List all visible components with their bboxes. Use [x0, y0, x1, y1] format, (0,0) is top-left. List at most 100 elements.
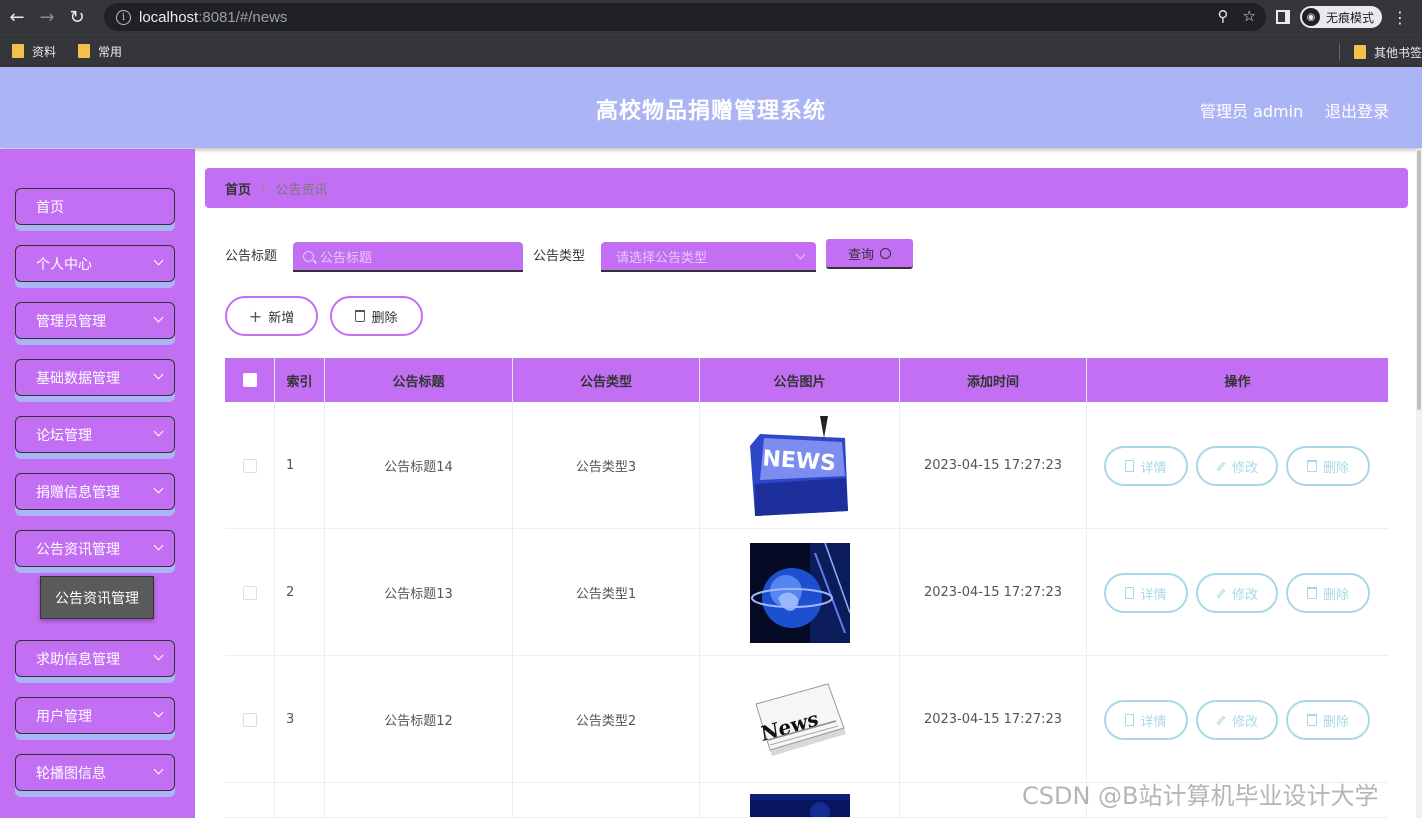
- incognito-badge[interactable]: ◉ 无痕模式: [1300, 6, 1383, 28]
- sidebar-item-donation[interactable]: 捐赠信息管理: [15, 473, 175, 510]
- sidebar-item-users[interactable]: 用户管理: [15, 697, 175, 734]
- incognito-label: 无痕模式: [1326, 10, 1375, 25]
- index-cell: 2: [275, 529, 325, 656]
- forward-arrow-icon[interactable]: →: [34, 4, 60, 30]
- news-keyboard-thumbnail[interactable]: NEWS: [749, 415, 850, 516]
- delete-button[interactable]: 删除: [1286, 700, 1370, 740]
- edit-label: 修改: [1231, 714, 1258, 730]
- star-icon[interactable]: ☆: [1243, 7, 1256, 25]
- blue-news-thumbnail[interactable]: [749, 794, 850, 818]
- batch-delete-button[interactable]: 删除: [330, 296, 423, 336]
- edit-button[interactable]: 修改: [1196, 700, 1278, 740]
- image-cell: [700, 783, 900, 818]
- sidebar-item-label: 个人中心: [36, 256, 92, 273]
- breadcrumb-separator: /: [261, 180, 266, 196]
- submenu-item-announcement-management[interactable]: 公告资讯管理: [40, 576, 154, 619]
- address-bar[interactable]: i localhost:8081/#/news ⚲ ☆: [104, 3, 1266, 31]
- trash-icon: [1306, 587, 1317, 599]
- query-button-label: 查询: [847, 247, 874, 263]
- actions-cell: 详情 修改 删除: [1087, 529, 1388, 656]
- sidebar-item-label: 论坛管理: [36, 427, 92, 444]
- breadcrumb: 首页 / 公告资讯: [205, 168, 1408, 208]
- detail-button[interactable]: 详情: [1104, 573, 1188, 613]
- row-checkbox[interactable]: [242, 458, 257, 473]
- sidebar-item-forum[interactable]: 论坛管理: [15, 416, 175, 453]
- globe-thumbnail[interactable]: [749, 542, 850, 643]
- sidebar-item-label: 求助信息管理: [36, 651, 120, 668]
- time-cell: 2023-04-15 17:27:23: [900, 402, 1087, 529]
- other-bookmarks[interactable]: 其他书签: [1338, 43, 1422, 61]
- edit-button[interactable]: 修改: [1196, 573, 1278, 613]
- pencil-icon: [1216, 588, 1226, 598]
- chevron-down-icon: [153, 369, 164, 380]
- bookmark-folder-1[interactable]: 常用: [78, 43, 122, 60]
- browser-toolbar: ← → ↻ i localhost:8081/#/news ⚲ ☆ ◉ 无痕模式…: [0, 0, 1422, 34]
- actions-cell: 详情 修改 删除: [1087, 656, 1388, 783]
- sidebar-item-personal-center[interactable]: 个人中心: [15, 245, 175, 282]
- chevron-down-icon: [153, 312, 164, 323]
- sidebar-item-help-request[interactable]: 求助信息管理: [15, 640, 175, 677]
- detail-button[interactable]: 详情: [1104, 700, 1188, 740]
- row-select-cell: [225, 529, 275, 656]
- bookmark-folder-0[interactable]: 资料: [12, 43, 56, 60]
- document-icon: [1125, 460, 1135, 472]
- detail-button[interactable]: 详情: [1104, 446, 1188, 486]
- logout-link[interactable]: 退出登录: [1325, 98, 1389, 122]
- query-button[interactable]: 查询: [826, 239, 913, 269]
- column-header-image: 公告图片: [700, 358, 900, 402]
- row-select-cell: [225, 656, 275, 783]
- newspaper-thumbnail[interactable]: News: [749, 669, 850, 770]
- key-icon[interactable]: ⚲: [1218, 7, 1229, 25]
- detail-label: 详情: [1140, 714, 1167, 730]
- trash-icon: [1306, 714, 1317, 726]
- delete-button[interactable]: 删除: [1286, 573, 1370, 613]
- table-header: 索引 公告标题 公告类型 公告图片 添加时间 操作: [225, 358, 1388, 402]
- sidebar-item-label: 捐赠信息管理: [36, 484, 120, 501]
- side-panel-icon[interactable]: [1276, 10, 1290, 24]
- select-all-checkbox[interactable]: [242, 373, 257, 387]
- row-checkbox[interactable]: [242, 712, 257, 727]
- row-checkbox[interactable]: [242, 585, 257, 600]
- delete-button[interactable]: 删除: [1286, 446, 1370, 486]
- sidebar-item-label: 首页: [36, 199, 64, 216]
- document-icon: [1125, 714, 1135, 726]
- title-filter-label: 公告标题: [225, 249, 278, 264]
- sidebar-item-label: 用户管理: [36, 708, 92, 725]
- bookmark-separator: [1338, 43, 1340, 61]
- add-button[interactable]: + 新增: [225, 296, 318, 336]
- sidebar-item-home[interactable]: 首页: [15, 188, 175, 225]
- page-scrollbar-thumb[interactable]: [1417, 150, 1421, 410]
- sidebar-item-base-data[interactable]: 基础数据管理: [15, 359, 175, 396]
- plus-icon: +: [248, 306, 263, 326]
- edit-button[interactable]: 修改: [1196, 446, 1278, 486]
- bookmark-label: 资料: [32, 44, 57, 59]
- type-select[interactable]: 请选择公告类型: [601, 242, 816, 272]
- chevron-down-icon: [153, 650, 164, 661]
- incognito-icon: ◉: [1302, 8, 1320, 26]
- title-search-placeholder: 公告标题: [320, 250, 373, 266]
- app-header: 高校物品捐赠管理系统 管理员 admin 退出登录: [0, 67, 1422, 148]
- select-all-cell: [225, 358, 275, 402]
- column-header-actions: 操作: [1224, 374, 1251, 390]
- back-arrow-icon[interactable]: ←: [4, 4, 30, 30]
- bookmarks-bar: 资料 常用 其他书签: [0, 34, 1422, 67]
- info-icon[interactable]: i: [116, 9, 131, 25]
- index-cell: 3: [275, 656, 325, 783]
- reload-icon[interactable]: ↻: [64, 4, 90, 30]
- breadcrumb-home[interactable]: 首页: [225, 179, 251, 198]
- url-path: :8081/#/news: [198, 8, 288, 26]
- chevron-down-icon: [795, 249, 806, 260]
- trash-icon: [355, 310, 366, 322]
- title-search-input[interactable]: 公告标题: [293, 242, 523, 272]
- chevron-down-icon: [153, 426, 164, 437]
- sidebar-item-carousel[interactable]: 轮播图信息: [15, 754, 175, 791]
- menu-dots-icon[interactable]: ⋮: [1392, 8, 1408, 27]
- search-icon: [880, 247, 891, 259]
- sidebar-item-admin-management[interactable]: 管理员管理: [15, 302, 175, 339]
- folder-icon: [78, 44, 91, 58]
- chevron-down-icon: [153, 483, 164, 494]
- table-row: 3 公告标题12 公告类型2 News 2023-04-15 17:27:23 …: [225, 656, 1388, 783]
- document-icon: [1125, 587, 1135, 599]
- sidebar-item-announcement[interactable]: 公告资讯管理: [15, 530, 175, 567]
- sidebar-item-label: 轮播图信息: [36, 765, 106, 782]
